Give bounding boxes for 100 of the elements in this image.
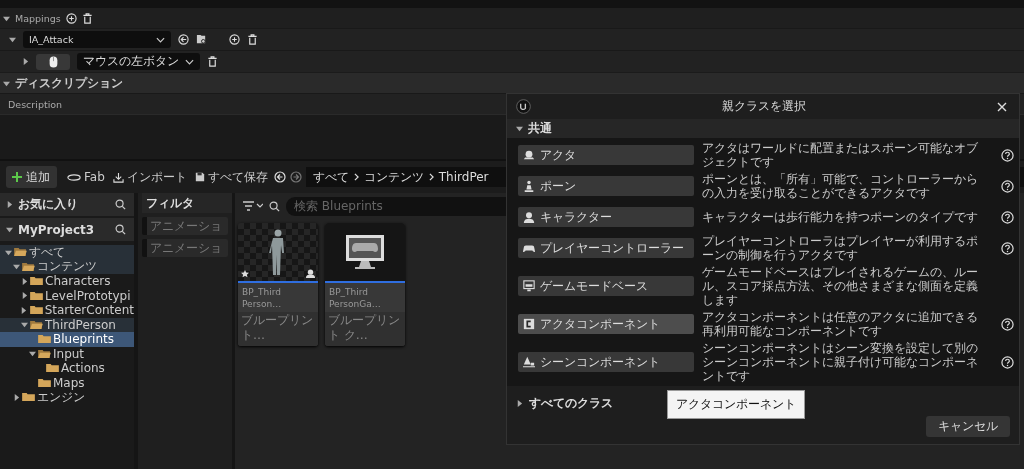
search-icon[interactable] bbox=[115, 224, 126, 235]
folder-tree-item[interactable]: エンジン bbox=[0, 390, 134, 405]
input-action-dropdown[interactable]: IA_Attack bbox=[23, 31, 171, 48]
section-title[interactable]: すべてのクラス bbox=[529, 394, 613, 412]
search-icon[interactable] bbox=[269, 200, 280, 212]
star-icon bbox=[241, 270, 249, 278]
dialog-title: 親クラスを選択 bbox=[721, 98, 807, 115]
expander-caret-icon[interactable] bbox=[12, 263, 20, 271]
key-dropdown[interactable]: マウスの左ボタン bbox=[77, 53, 200, 70]
collapse-caret-icon[interactable] bbox=[9, 36, 16, 43]
close-icon[interactable] bbox=[997, 101, 1007, 112]
browse-folder-icon[interactable] bbox=[196, 34, 207, 45]
collapse-caret-icon[interactable] bbox=[3, 14, 10, 22]
asset-tile[interactable]: BP_Third Person… ブループリント… bbox=[238, 223, 318, 347]
class-button[interactable]: キャラクター bbox=[518, 207, 694, 227]
folder-name: エンジン bbox=[37, 389, 85, 406]
breadcrumb-link[interactable]: ThirdPer bbox=[438, 170, 489, 184]
help-icon[interactable] bbox=[1000, 355, 1014, 369]
chevron-down-icon bbox=[156, 36, 165, 43]
import-button[interactable]: インポート bbox=[110, 168, 189, 186]
breadcrumb-link[interactable]: コンテンツ bbox=[363, 168, 424, 186]
class-description: アクタはワールドに配置またはスポーン可能なオブジェクトです bbox=[702, 141, 979, 169]
class-description: キャラクターは歩行能力を持つポーンのタイプです bbox=[702, 210, 979, 224]
add-icon[interactable] bbox=[229, 34, 240, 45]
section-title: 共通 bbox=[528, 120, 552, 137]
project-header[interactable]: MyProject3 bbox=[0, 218, 134, 241]
expand-caret-icon[interactable] bbox=[22, 58, 29, 65]
class-description: ゲームモードベースはプレイされるゲームの、ルール、スコア採点方法、その他さまざまな側面を定義します bbox=[702, 265, 979, 307]
key-select-button[interactable] bbox=[36, 53, 70, 70]
search-icon[interactable] bbox=[115, 199, 126, 210]
expander-caret-icon[interactable] bbox=[20, 277, 28, 285]
help-icon[interactable] bbox=[1000, 317, 1014, 331]
help-icon[interactable] bbox=[1000, 179, 1014, 193]
section-title: ディスクリプション bbox=[15, 74, 123, 92]
add-button[interactable]: 追加 bbox=[6, 166, 57, 188]
class-button[interactable]: ゲームモードベース bbox=[518, 276, 694, 296]
back-icon[interactable] bbox=[273, 171, 286, 183]
help-icon[interactable] bbox=[1000, 241, 1014, 255]
section-header[interactable]: 共通 bbox=[507, 119, 1019, 138]
gamepad-icon bbox=[523, 242, 535, 254]
filter-icon[interactable] bbox=[243, 201, 263, 211]
mouse-icon bbox=[48, 55, 58, 68]
class-description: プレイヤーコントローラはプレイヤーが利用するポーンの制御を行うアクタです bbox=[702, 234, 979, 262]
expander-caret-icon[interactable] bbox=[28, 350, 36, 358]
expand-caret-icon[interactable] bbox=[516, 399, 523, 407]
favorites-header[interactable]: お気に入り bbox=[0, 193, 134, 216]
collapse-caret-icon[interactable] bbox=[6, 226, 13, 233]
folder-name: コンテンツ bbox=[37, 258, 97, 275]
folder-tree-item[interactable]: Actions bbox=[0, 361, 134, 376]
plus-icon bbox=[12, 172, 22, 182]
folder-tree-item[interactable]: Maps bbox=[0, 375, 134, 390]
monitor-gamepad-icon bbox=[345, 234, 385, 270]
folder-tree-item[interactable]: StarterContent bbox=[0, 303, 134, 318]
class-button[interactable]: プレイヤーコントローラー bbox=[518, 238, 694, 258]
folder-name: ThirdPerson bbox=[45, 317, 116, 332]
delete-icon[interactable] bbox=[207, 56, 218, 67]
class-button[interactable]: アクタ bbox=[518, 145, 694, 165]
property-label: Description bbox=[8, 98, 63, 110]
cancel-button[interactable]: キャンセル bbox=[926, 416, 1010, 437]
folder-icon bbox=[46, 363, 59, 374]
save-all-button[interactable]: すべて保存 bbox=[192, 168, 270, 186]
asset-name: BP_Third PersonGa… bbox=[328, 286, 382, 311]
fab-button[interactable]: Fab bbox=[65, 170, 107, 184]
help-icon[interactable] bbox=[1000, 210, 1014, 224]
asset-tile[interactable]: BP_Third PersonGa… ブループリント ク… bbox=[325, 223, 405, 347]
expander-caret-icon[interactable] bbox=[12, 393, 20, 401]
folder-tree-item[interactable]: Characters bbox=[0, 274, 134, 289]
delete-icon[interactable] bbox=[247, 34, 258, 45]
add-icon[interactable] bbox=[65, 12, 77, 24]
folder-tree-item[interactable]: すべて bbox=[0, 245, 134, 260]
folder-tree-item[interactable]: LevelPrototypi bbox=[0, 288, 134, 303]
expander-caret-icon[interactable] bbox=[20, 321, 28, 329]
class-button[interactable]: アクタコンポーネント bbox=[518, 314, 694, 334]
folder-icon bbox=[22, 392, 35, 403]
class-button[interactable]: シーンコンポーネント bbox=[518, 352, 694, 372]
folder-tree-item[interactable]: Input bbox=[0, 346, 134, 361]
asset-type: ブループリント ク… bbox=[325, 312, 405, 347]
help-icon[interactable] bbox=[1000, 148, 1014, 162]
expander-caret-icon[interactable] bbox=[20, 306, 28, 314]
chevron-icon bbox=[428, 173, 434, 181]
class-button[interactable]: ポーン bbox=[518, 176, 694, 196]
collapse-caret-icon[interactable] bbox=[3, 79, 10, 87]
folder-name: StarterContent bbox=[44, 303, 134, 318]
ring-icon bbox=[67, 173, 81, 181]
folder-tree-item[interactable]: ThirdPerson bbox=[0, 317, 134, 332]
expander-caret-icon[interactable] bbox=[4, 248, 12, 256]
breadcrumb-link[interactable]: すべて bbox=[312, 168, 349, 186]
forward-icon[interactable] bbox=[289, 171, 302, 183]
person-bust-icon bbox=[306, 269, 315, 278]
folder-icon bbox=[30, 276, 43, 287]
folder-name: Actions bbox=[61, 361, 105, 376]
collapse-caret-icon[interactable] bbox=[516, 125, 523, 132]
delete-icon[interactable] bbox=[81, 12, 93, 24]
filter-title: フィルタ bbox=[142, 193, 232, 213]
folder-icon bbox=[30, 290, 43, 301]
logo-icon bbox=[516, 99, 531, 114]
expander-caret-icon[interactable] bbox=[20, 292, 28, 300]
folder-tree-item[interactable]: Blueprints bbox=[0, 332, 134, 347]
back-arrow-icon[interactable] bbox=[178, 34, 189, 45]
expand-caret-icon[interactable] bbox=[6, 201, 13, 208]
